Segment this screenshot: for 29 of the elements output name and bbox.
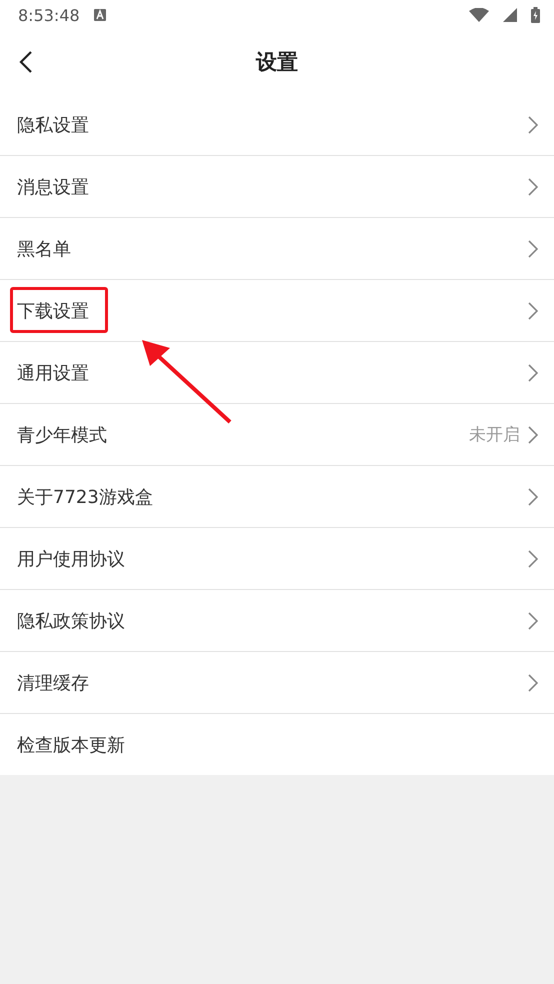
signal-icon bbox=[503, 8, 517, 22]
settings-label: 黑名单 bbox=[17, 238, 72, 260]
settings-label: 青少年模式 bbox=[17, 424, 108, 446]
settings-label: 用户使用协议 bbox=[17, 548, 126, 570]
notification-icon bbox=[94, 9, 106, 21]
settings-label: 隐私设置 bbox=[17, 114, 90, 136]
page-title: 设置 bbox=[256, 49, 298, 76]
settings-label: 下载设置 bbox=[17, 300, 90, 322]
settings-item[interactable]: 隐私政策协议 bbox=[0, 590, 554, 652]
back-icon bbox=[19, 50, 33, 74]
settings-item[interactable]: 青少年模式 未开启 bbox=[0, 404, 554, 466]
settings-label: 清理缓存 bbox=[17, 672, 90, 694]
settings-item[interactable]: 下载设置 bbox=[0, 280, 554, 342]
settings-label: 消息设置 bbox=[17, 176, 90, 198]
settings-item[interactable]: 黑名单 bbox=[0, 218, 554, 280]
settings-item[interactable]: 消息设置 bbox=[0, 156, 554, 218]
settings-item[interactable]: 清理缓存 bbox=[0, 652, 554, 714]
settings-label: 隐私政策协议 bbox=[17, 610, 126, 632]
wifi-icon bbox=[469, 8, 489, 22]
settings-item[interactable]: 用户使用协议 bbox=[0, 528, 554, 590]
battery-icon bbox=[531, 7, 540, 23]
settings-item[interactable]: 检查版本更新 bbox=[0, 714, 554, 775]
settings-value: 未开启 bbox=[469, 424, 520, 446]
settings-label: 通用设置 bbox=[17, 362, 90, 384]
settings-label: 检查版本更新 bbox=[17, 734, 126, 756]
settings-label: 关于7723游戏盒 bbox=[17, 486, 154, 508]
status-time: 8:53:48 bbox=[18, 6, 80, 24]
settings-item[interactable]: 关于7723游戏盒 bbox=[0, 466, 554, 528]
settings-item[interactable]: 隐私设置 bbox=[0, 94, 554, 156]
